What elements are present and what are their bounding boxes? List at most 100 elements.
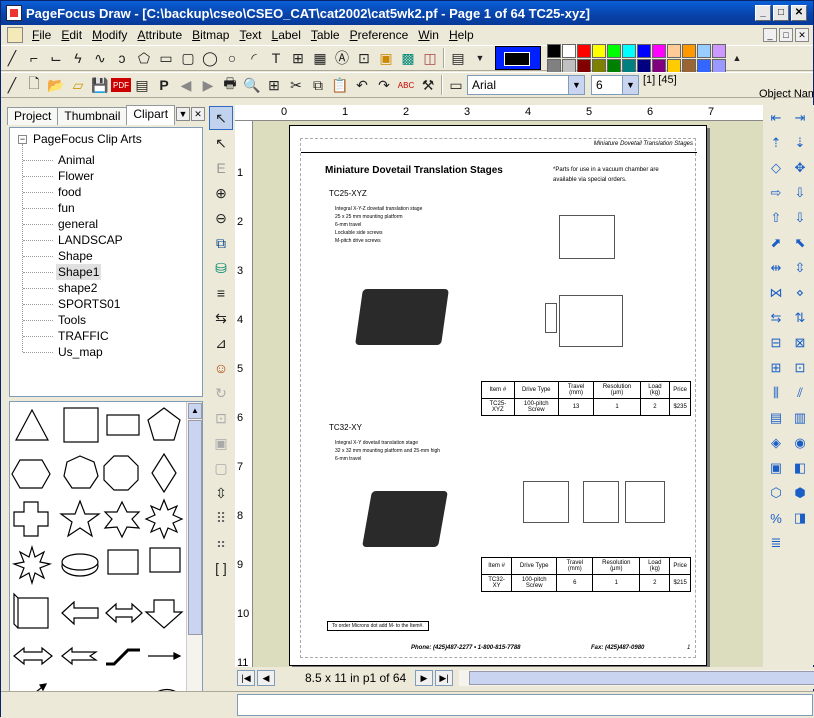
cut-icon[interactable]: ✂ bbox=[285, 74, 307, 96]
circle-tool-icon[interactable]: ○ bbox=[221, 47, 243, 69]
list-icon[interactable]: ≣ bbox=[765, 532, 787, 554]
horizontal-scrollbar[interactable] bbox=[459, 670, 814, 686]
layer-up-icon[interactable]: ◈ bbox=[765, 432, 787, 454]
tree-item[interactable]: shape2 bbox=[22, 280, 99, 296]
zoom-in-icon[interactable]: ⊕ bbox=[209, 181, 233, 205]
split-icon[interactable]: ◨ bbox=[789, 507, 811, 529]
menu-text[interactable]: Text bbox=[234, 28, 266, 42]
polygon-tool-icon[interactable]: ⬠ bbox=[133, 47, 155, 69]
cols-icon[interactable]: ▥ bbox=[789, 407, 811, 429]
spellcheck-icon[interactable]: ABC bbox=[395, 74, 417, 96]
same-size-icon[interactable]: ⊞ bbox=[765, 357, 787, 379]
app-icon[interactable] bbox=[6, 5, 22, 21]
menu-modify[interactable]: Modify bbox=[87, 28, 132, 42]
first-page-icon[interactable]: |◀ bbox=[237, 670, 255, 686]
pattern-icon[interactable]: ▤ bbox=[447, 47, 469, 69]
palette-swatch[interactable] bbox=[607, 43, 621, 58]
move-icon[interactable]: ✥ bbox=[789, 157, 811, 179]
palette-swatch[interactable] bbox=[592, 58, 606, 73]
minimize-button[interactable]: _ bbox=[755, 5, 771, 21]
palette-swatch[interactable] bbox=[712, 58, 726, 73]
scroll-thumb[interactable] bbox=[469, 671, 814, 685]
close-button[interactable]: ✕ bbox=[791, 5, 807, 21]
crop-icon[interactable]: ⊿ bbox=[209, 331, 233, 355]
rectangle-tool-icon[interactable]: ▭ bbox=[155, 47, 177, 69]
mdi-minimize-button[interactable]: _ bbox=[763, 28, 777, 42]
nudge-nw-icon[interactable]: ⬉ bbox=[789, 232, 811, 254]
palette-swatch[interactable] bbox=[637, 43, 651, 58]
diamond-icon[interactable]: ⋄ bbox=[789, 282, 811, 304]
pdf-icon[interactable]: PDF bbox=[111, 78, 131, 92]
tree-item[interactable]: food bbox=[22, 184, 83, 200]
menu-label[interactable]: Label bbox=[267, 28, 306, 42]
space-v-icon[interactable]: ⇳ bbox=[789, 257, 811, 279]
palette-swatch[interactable] bbox=[622, 43, 636, 58]
palette-swatch[interactable] bbox=[637, 58, 651, 73]
undo-icon[interactable]: ↶ bbox=[351, 74, 373, 96]
flip-v-icon[interactable]: ⇅ bbox=[789, 307, 811, 329]
rotate-icon[interactable]: ↻ bbox=[209, 381, 233, 405]
copy-icon[interactable]: ⧉ bbox=[307, 74, 329, 96]
palette-swatch[interactable] bbox=[577, 58, 591, 73]
palette-swatch[interactable] bbox=[607, 58, 621, 73]
tree-item[interactable]: fun bbox=[23, 200, 77, 216]
palette-swatch[interactable] bbox=[697, 43, 711, 58]
tab-dropdown-icon[interactable]: ▼ bbox=[176, 107, 190, 121]
center-icon[interactable]: ◇ bbox=[765, 157, 787, 179]
tree-item[interactable]: Tools bbox=[22, 312, 88, 328]
paint-bucket-icon[interactable]: ⛁ bbox=[209, 256, 233, 280]
same-width-icon[interactable]: ⊟ bbox=[765, 332, 787, 354]
next-icon[interactable]: ▶ bbox=[197, 74, 219, 96]
current-color-swatch[interactable] bbox=[495, 46, 541, 70]
prev-page-icon[interactable]: ◀ bbox=[257, 670, 275, 686]
tab-thumbnail[interactable]: Thumbnail bbox=[57, 107, 128, 125]
tools-icon[interactable]: ⚒ bbox=[417, 74, 439, 96]
document-page[interactable]: Miniature Dovetail Translation Stages Mi… bbox=[289, 125, 707, 666]
palette-swatch[interactable] bbox=[682, 43, 696, 58]
flip-h-icon[interactable]: ⇆ bbox=[765, 307, 787, 329]
new-file-icon[interactable]: 🗋 bbox=[23, 74, 45, 96]
palette-swatch[interactable] bbox=[592, 43, 606, 58]
arrow-down-icon[interactable]: ⇩ bbox=[789, 182, 811, 204]
node-select-icon[interactable]: ↖ bbox=[209, 131, 233, 155]
text-edit-icon[interactable]: E bbox=[209, 156, 233, 180]
menu-table[interactable]: Table bbox=[306, 28, 345, 42]
align-top-icon[interactable]: ⇡ bbox=[765, 132, 787, 154]
transform-icon[interactable]: ⊡ bbox=[209, 406, 233, 430]
mdi-restore-button[interactable]: □ bbox=[779, 28, 793, 42]
zoom-out-icon[interactable]: ⊖ bbox=[209, 206, 233, 230]
bezier-tool-icon[interactable]: ↄ bbox=[111, 47, 133, 69]
palette-swatch[interactable] bbox=[547, 58, 561, 73]
text-box-icon[interactable]: ▭ bbox=[445, 74, 467, 96]
palette-swatch[interactable] bbox=[667, 58, 681, 73]
drawing-canvas[interactable]: Miniature Dovetail Translation Stages Mi… bbox=[253, 121, 763, 667]
menu-attribute[interactable]: Attribute bbox=[132, 28, 187, 42]
image-tool-icon[interactable]: ⊡ bbox=[353, 47, 375, 69]
command-field[interactable] bbox=[237, 694, 813, 716]
grid-tool-icon[interactable]: ▦ bbox=[309, 47, 331, 69]
tree-root[interactable]: − PageFocus Clip Arts bbox=[18, 132, 142, 146]
space-h-icon[interactable]: ⇹ bbox=[765, 257, 787, 279]
tree-item[interactable]: general bbox=[22, 216, 100, 232]
align-right-icon[interactable]: ⇥ bbox=[789, 107, 811, 129]
fill-dropdown-icon[interactable]: ▼ bbox=[469, 47, 491, 69]
menu-preference[interactable]: Preference bbox=[345, 28, 414, 42]
tree-item[interactable]: Us_map bbox=[23, 344, 105, 360]
ellipse-tool-icon[interactable]: ◯ bbox=[199, 47, 221, 69]
group-icon[interactable]: ▣ bbox=[209, 431, 233, 455]
grid-h-icon[interactable]: ⫼ bbox=[765, 382, 787, 404]
palette-swatch[interactable] bbox=[667, 43, 681, 58]
document-print-icon[interactable]: ▤ bbox=[131, 74, 153, 96]
rows-icon[interactable]: ▤ bbox=[765, 407, 787, 429]
open-folder-icon[interactable]: 📂 bbox=[45, 74, 67, 96]
picture-icon[interactable]: ▩ bbox=[397, 47, 419, 69]
paragraph-icon[interactable]: P bbox=[153, 74, 175, 96]
title-bar[interactable]: PageFocus Draw - [C:\backup\cseo\CSEO_CA… bbox=[1, 1, 813, 25]
tree-item[interactable]: Shape1 bbox=[22, 264, 102, 280]
document-icon[interactable] bbox=[7, 27, 23, 43]
dots-grid-icon[interactable]: ⠶ bbox=[209, 531, 233, 555]
text-tool-icon[interactable]: T bbox=[265, 47, 287, 69]
palette-swatch[interactable] bbox=[547, 43, 561, 58]
next-page-icon[interactable]: ▶ bbox=[415, 670, 433, 686]
percent-icon[interactable]: % bbox=[765, 507, 787, 529]
